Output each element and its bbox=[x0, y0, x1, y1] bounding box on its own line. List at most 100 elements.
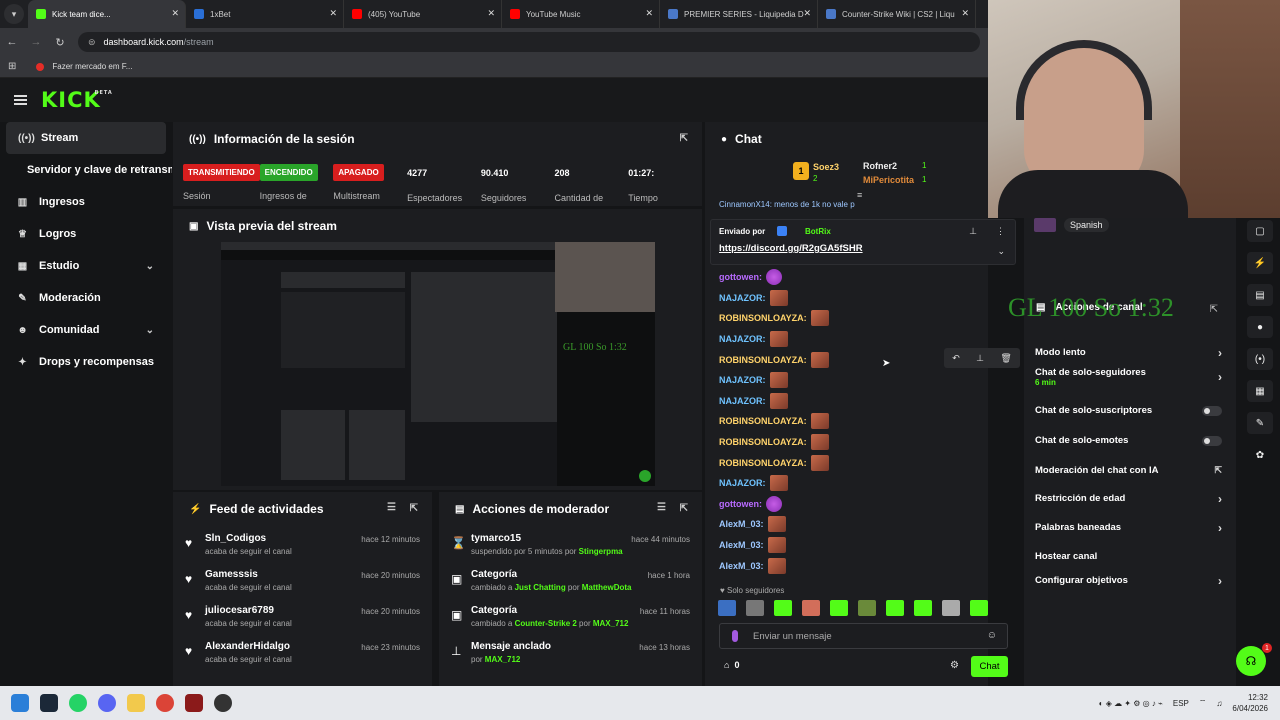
chevron-right-icon[interactable]: › bbox=[1218, 574, 1222, 588]
emote-icon[interactable] bbox=[830, 600, 848, 616]
layers-icon[interactable]: ▦ bbox=[1247, 380, 1273, 402]
list-item[interactable]: ♥ AlexanderHidalgo acaba de seguir el cana… bbox=[173, 634, 432, 670]
wrench-icon[interactable]: ✎ bbox=[1247, 412, 1273, 434]
pin-icon[interactable]: ⊥ bbox=[969, 226, 977, 237]
close-icon[interactable]: ✕ bbox=[961, 8, 969, 19]
emote-icon[interactable] bbox=[914, 600, 932, 616]
support-button[interactable]: ☊ bbox=[1236, 646, 1266, 676]
sidebar-item-stream[interactable]: ((•)) Stream bbox=[6, 122, 166, 154]
chat-message[interactable]: NAJAZOR: bbox=[705, 370, 988, 391]
forward-icon[interactable]: → bbox=[24, 36, 48, 48]
chrome-icon[interactable] bbox=[156, 694, 174, 712]
points-display[interactable]: ⌂ 0 bbox=[724, 660, 739, 670]
filter-icon[interactable]: ☰ bbox=[657, 502, 666, 513]
emote-icon[interactable] bbox=[802, 600, 820, 616]
browser-tab[interactable]: 1xBet ✕ bbox=[186, 0, 344, 28]
chevron-right-icon[interactable]: › bbox=[1218, 521, 1222, 535]
site-info-icon[interactable]: ⊜ bbox=[88, 37, 96, 48]
chat-username[interactable]: ROBINSONLOAYZA: bbox=[719, 437, 807, 447]
chat-username[interactable]: AlexM_03: bbox=[719, 540, 764, 550]
chat-bubble-icon[interactable]: ● bbox=[1247, 316, 1273, 338]
gear-icon[interactable]: ⚙ bbox=[950, 660, 959, 671]
list-item[interactable]: ▣ Categoría cambiado a Counter-Strike 2 po… bbox=[439, 598, 702, 634]
channel-action-chat-de-solo-emotes[interactable]: Chat de solo-emotes bbox=[1024, 426, 1236, 455]
filter-icon[interactable]: ☰ bbox=[387, 502, 396, 513]
close-icon[interactable]: ✕ bbox=[171, 8, 179, 19]
chevron-down-icon[interactable]: ⌄ bbox=[146, 261, 154, 272]
chat-message[interactable]: AlexM_03: bbox=[705, 555, 988, 576]
sidebar-item-comunidad[interactable]: ☻ Comunidad ⌄ bbox=[0, 314, 172, 346]
chat-message[interactable]: NAJAZOR: bbox=[705, 288, 988, 309]
chat-username[interactable]: NAJAZOR: bbox=[719, 375, 766, 385]
channel-action-chat-de-solo-suscriptores[interactable]: Chat de solo-suscriptores bbox=[1024, 396, 1236, 425]
chat-username[interactable]: ROBINSONLOAYZA: bbox=[719, 355, 807, 365]
browser-tab[interactable]: PREMIER SERIES - Liquipedia D ✕ bbox=[660, 0, 818, 28]
close-icon[interactable]: ✕ bbox=[329, 8, 337, 19]
close-icon[interactable]: ✕ bbox=[645, 8, 653, 19]
back-icon[interactable]: ← bbox=[0, 36, 24, 48]
broadcast-icon[interactable]: (•) bbox=[1247, 348, 1273, 370]
chat-username[interactable]: gottowen: bbox=[719, 499, 762, 509]
app-icon[interactable] bbox=[185, 694, 203, 712]
chat-message[interactable]: gottowen: bbox=[705, 494, 988, 515]
leader-name[interactable]: MiPericotita bbox=[863, 175, 914, 185]
chat-message[interactable]: AlexM_03: bbox=[705, 535, 988, 556]
emoji-icon[interactable]: ☺ bbox=[987, 630, 997, 641]
chat-username[interactable]: ROBINSONLOAYZA: bbox=[719, 313, 807, 323]
list-item[interactable]: ♥ Sln_Codigos acaba de seguir el canal hace… bbox=[173, 526, 432, 562]
chat-message[interactable]: NAJAZOR: bbox=[705, 473, 988, 494]
toggle-switch[interactable] bbox=[1202, 405, 1222, 416]
chevron-right-icon[interactable]: › bbox=[1218, 370, 1222, 384]
chat-message[interactable]: NAJAZOR: bbox=[705, 329, 988, 350]
emote-icon[interactable] bbox=[942, 600, 960, 616]
browser-tab[interactable]: Counter-Strike Wiki | CS2 | Liqu ✕ bbox=[818, 0, 976, 28]
palette-icon[interactable]: ✿ bbox=[1247, 444, 1273, 466]
emote-icon[interactable] bbox=[774, 600, 792, 616]
chat-message[interactable]: ROBINSONLOAYZA: bbox=[705, 308, 988, 329]
tray-icons[interactable]: ◐ ◈ ☁ ✦ ⚙ ◎ ♪ ⌁ bbox=[1099, 699, 1163, 708]
pinned-link[interactable]: https://discord.gg/R2gGA5fSHR bbox=[719, 243, 863, 254]
channel-action-chat-de-solo-seguidores[interactable]: Chat de solo-seguidores 6 min › bbox=[1024, 362, 1236, 391]
steam-icon[interactable] bbox=[40, 694, 58, 712]
reload-icon[interactable]: ↻ bbox=[48, 36, 72, 49]
chat-message[interactable]: ROBINSONLOAYZA: bbox=[705, 452, 988, 473]
pinned-bot-name[interactable]: BotRix bbox=[805, 227, 831, 236]
menu-icon[interactable] bbox=[14, 95, 27, 105]
bolt-icon[interactable]: ⚡ bbox=[1247, 252, 1273, 274]
chat-message[interactable]: ROBINSONLOAYZA: bbox=[705, 411, 988, 432]
language-indicator[interactable]: ESP bbox=[1173, 699, 1189, 708]
expand-icon[interactable]: ⇱ bbox=[410, 503, 418, 514]
chevron-down-icon[interactable]: ≡ bbox=[857, 190, 862, 200]
clock[interactable]: 12:32 6/04/2026 bbox=[1232, 692, 1268, 714]
emote-icon[interactable] bbox=[886, 600, 904, 616]
chat-username[interactable]: NAJAZOR: bbox=[719, 293, 766, 303]
list-item[interactable]: ⊥ Mensaje anclado por MAX_712 hace 13 horas bbox=[439, 634, 702, 670]
windows-start-icon[interactable] bbox=[11, 694, 29, 712]
apps-grid-icon[interactable]: ⊞ bbox=[8, 61, 16, 72]
channel-action-restricci-n-de-edad[interactable]: Restricción de edad › bbox=[1024, 484, 1236, 513]
emote-icon[interactable] bbox=[970, 600, 988, 616]
obs-icon[interactable] bbox=[214, 694, 232, 712]
chat-username[interactable]: NAJAZOR: bbox=[719, 334, 766, 344]
expand-icon[interactable]: ⇱ bbox=[1210, 304, 1218, 315]
mic-icon[interactable] bbox=[732, 630, 738, 642]
chat-username[interactable]: NAJAZOR: bbox=[719, 478, 766, 488]
document-icon[interactable]: ▤ bbox=[1247, 284, 1273, 306]
chat-username[interactable]: ROBINSONLOAYZA: bbox=[719, 458, 807, 468]
stream-preview-video[interactable]: GL 100 So 1:32 bbox=[221, 242, 655, 486]
chat-send-button[interactable]: Chat bbox=[971, 656, 1008, 677]
sidebar-item-logros[interactable]: ♕ Logros bbox=[0, 218, 172, 250]
chat-message[interactable]: NAJAZOR: bbox=[705, 391, 988, 412]
more-icon[interactable]: ⋮ bbox=[996, 226, 1005, 237]
chat-message[interactable]: ROBINSONLOAYZA: bbox=[705, 432, 988, 453]
list-item[interactable]: ♥ juliocesar6789 acaba de seguir el canal h… bbox=[173, 598, 432, 634]
volume-icon[interactable]: ♫ bbox=[1216, 699, 1222, 708]
crop-icon[interactable]: ▢ bbox=[1247, 220, 1273, 242]
browser-tab[interactable]: YouTube Music ✕ bbox=[502, 0, 660, 28]
chat-username[interactable]: AlexM_03: bbox=[719, 561, 764, 571]
wifi-icon[interactable]: ⌔ bbox=[1199, 698, 1207, 708]
reply-icon[interactable]: ↶ bbox=[952, 353, 960, 364]
expand-icon[interactable]: ⇱ bbox=[680, 133, 688, 144]
url-field[interactable]: ⊜ dashboard.kick.com/stream bbox=[78, 32, 980, 52]
chat-username[interactable]: ROBINSONLOAYZA: bbox=[719, 416, 807, 426]
